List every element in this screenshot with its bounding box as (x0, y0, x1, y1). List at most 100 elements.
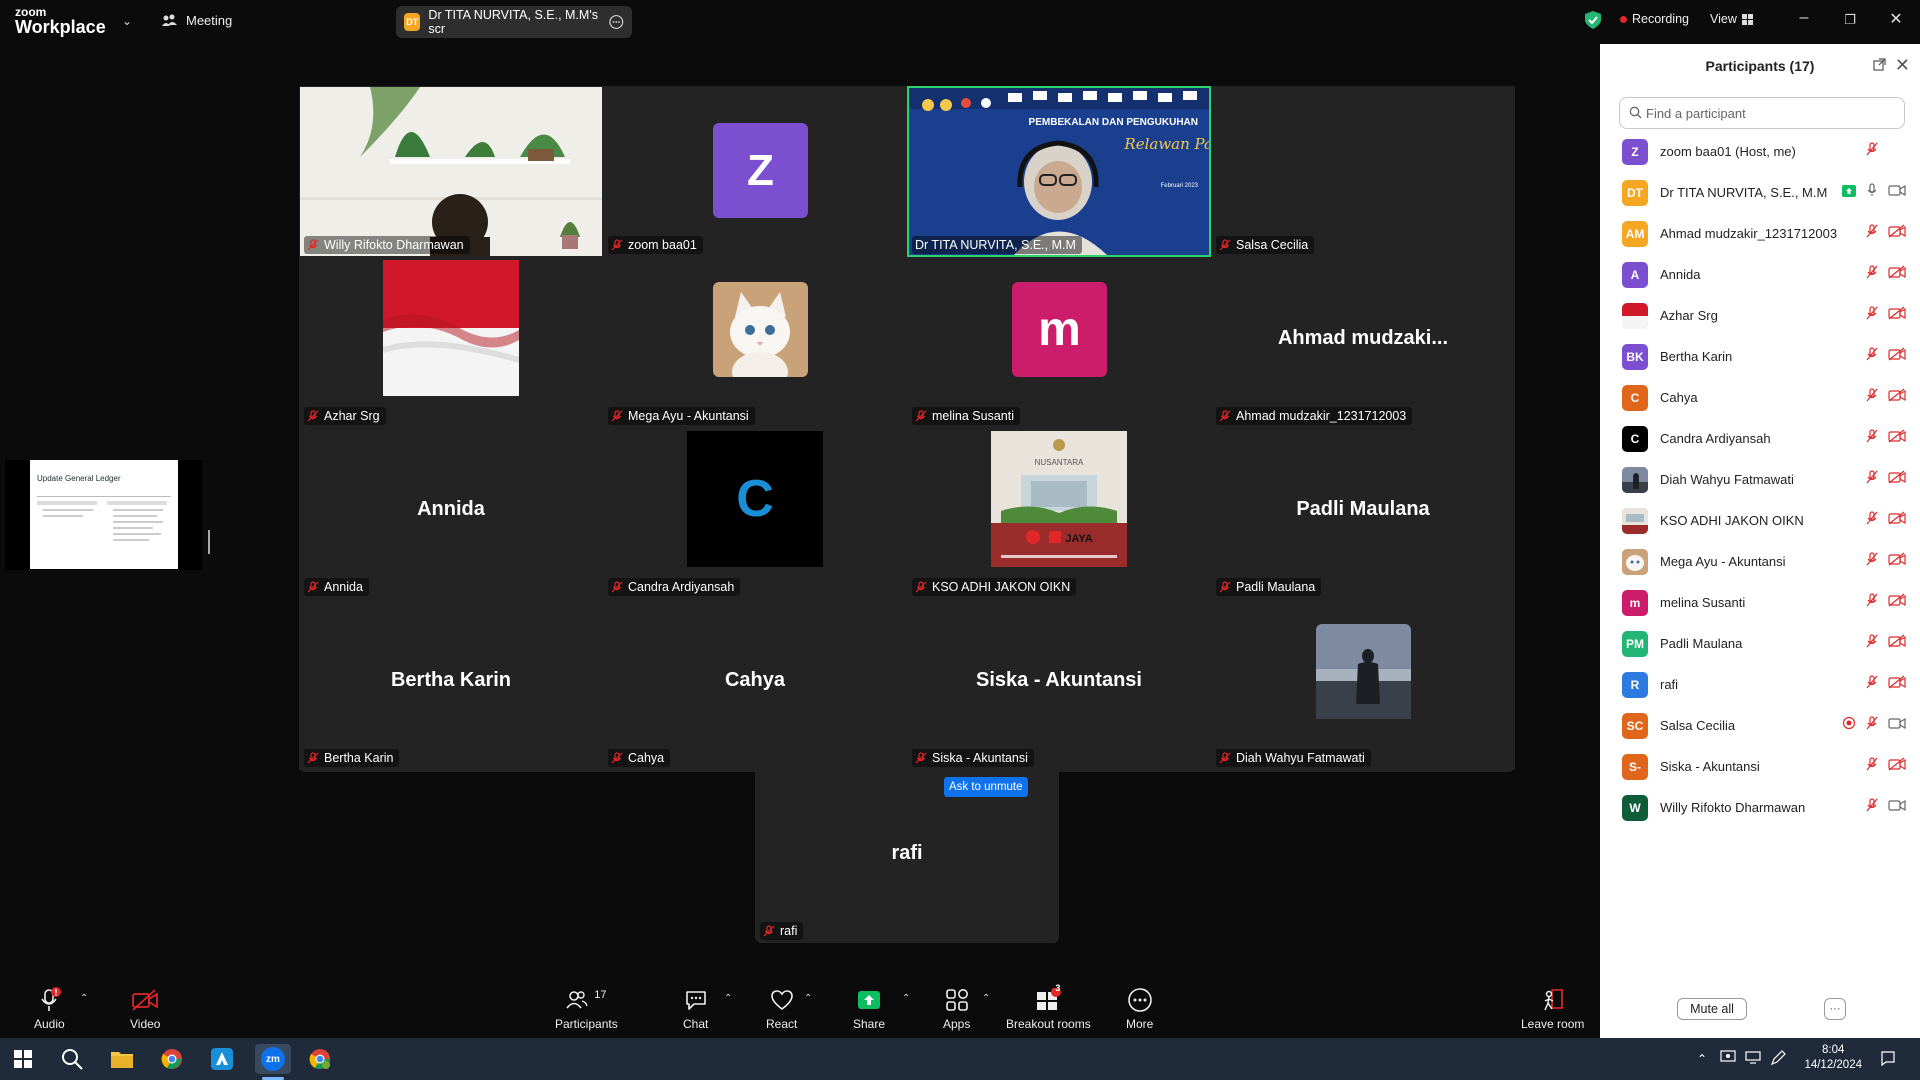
react-button[interactable]: React (766, 987, 797, 1031)
video-tile[interactable]: Bertha Karin Bertha Karin (299, 599, 603, 770)
participant-row[interactable]: C Candra Ardiyansah (1600, 418, 1920, 459)
tray-device-icon[interactable] (1720, 1050, 1736, 1069)
apps-button[interactable]: Apps (943, 987, 970, 1031)
video-tile[interactable]: Diah Wahyu Fatmawati (1211, 599, 1515, 770)
leave-room-button[interactable]: Leave room (1521, 987, 1584, 1031)
video-tile[interactable]: Cahya Cahya (603, 599, 907, 770)
popout-icon[interactable] (1873, 58, 1886, 74)
participant-name: Cahya (1660, 390, 1698, 405)
participant-avatar: SC (1622, 712, 1648, 739)
windows-start-icon[interactable] (8, 1044, 38, 1074)
meeting-icon (162, 14, 177, 26)
participant-row[interactable]: SC Salsa Cecilia (1600, 705, 1920, 746)
video-tile[interactable]: C Candra Ardiyansah (603, 428, 907, 599)
search-input[interactable]: Find a participant (1619, 97, 1905, 129)
mic-muted-icon (1219, 239, 1231, 251)
minimize-icon[interactable]: – (1794, 9, 1814, 27)
panel-more-button[interactable]: ··· (1824, 998, 1846, 1020)
mute-all-button[interactable]: Mute all (1677, 998, 1747, 1020)
video-tile[interactable]: Ahmad mudzaki... Ahmad mudzakir_12317120… (1211, 257, 1515, 428)
participant-row[interactable]: Diah Wahyu Fatmawati (1600, 459, 1920, 500)
file-explorer-icon[interactable] (107, 1044, 137, 1074)
search-icon[interactable] (57, 1044, 87, 1074)
azure-app-icon[interactable] (207, 1044, 237, 1074)
chrome-icon[interactable] (157, 1044, 187, 1074)
participant-row[interactable]: AM Ahmad mudzakir_1231712003 (1600, 213, 1920, 254)
video-tile[interactable]: Mega Ayu - Akuntansi (603, 257, 907, 428)
local-recording-icon (1842, 716, 1856, 735)
apps-options-caret[interactable]: ⌃ (982, 993, 990, 1004)
participant-name-tag: Dr TITA NURVITA, S.E., M.M (912, 236, 1082, 254)
share-screen-icon (858, 991, 881, 1009)
participant-row[interactable]: Mega Ayu - Akuntansi (1600, 541, 1920, 582)
participant-status-icons (1865, 552, 1906, 571)
video-tile[interactable]: Willy Rifokto Dharmawan (299, 86, 603, 257)
mic-muted-icon (1865, 634, 1879, 653)
participant-row[interactable]: Zzoom baa01 (Host, me) (1600, 131, 1920, 172)
video-tile[interactable]: Padli Maulana Padli Maulana (1211, 428, 1515, 599)
chrome-profile-icon[interactable] (305, 1044, 335, 1074)
participant-row[interactable]: C Cahya (1600, 377, 1920, 418)
notifications-icon[interactable] (1880, 1050, 1896, 1071)
video-off-icon (1888, 470, 1906, 489)
video-tile[interactable]: Z zoom baa01 (603, 86, 907, 257)
participant-name: Ahmad mudzakir_1231712003 (1236, 409, 1407, 423)
thumbnail-drag-handle[interactable] (208, 530, 210, 554)
participant-display-name: Padli Maulana (1296, 498, 1430, 520)
audio-button[interactable]: Audio (34, 987, 65, 1031)
avatar-initials: R (1630, 677, 1640, 692)
video-tile[interactable]: rafi rafi (755, 772, 1059, 943)
participant-row[interactable]: BK Bertha Karin (1600, 336, 1920, 377)
ask-to-unmute-button[interactable]: Ask to unmute (944, 777, 1028, 797)
participant-row[interactable]: DT Dr TITA NURVITA, S.E., M.M (1600, 172, 1920, 213)
participants-button[interactable]: 17 Participants (555, 987, 618, 1031)
security-shield-icon[interactable] (1585, 11, 1601, 34)
breakout-rooms-button[interactable]: 3 Breakout rooms (1006, 983, 1091, 1031)
participant-row[interactable]: KSO ADHI JAKON OIKN (1600, 500, 1920, 541)
close-panel-icon[interactable]: ✕ (1895, 55, 1910, 76)
participant-status-icons (1865, 429, 1906, 448)
screen-share-indicator[interactable]: DT Dr TITA NURVITA, S.E., M.M's scr (396, 6, 632, 38)
participant-row[interactable]: Rrafi (1600, 664, 1920, 705)
video-tile[interactable]: Azhar Srg (299, 257, 603, 428)
network-icon[interactable] (1745, 1050, 1761, 1069)
tray-chevron-icon[interactable]: ⌃ (1697, 1052, 1707, 1066)
chat-options-caret[interactable]: ⌃ (724, 993, 732, 1004)
participant-row[interactable]: A Annida (1600, 254, 1920, 295)
react-options-caret[interactable]: ⌃ (804, 993, 812, 1004)
system-clock[interactable]: 8:04 14/12/2024 (1804, 1043, 1862, 1073)
more-options-icon[interactable] (609, 14, 624, 30)
chevron-down-icon[interactable]: ⌄ (122, 14, 132, 28)
share-button[interactable]: Share (853, 987, 885, 1031)
pen-icon[interactable] (1770, 1050, 1786, 1071)
chat-button[interactable]: Chat (683, 987, 708, 1031)
participant-row[interactable]: S- Siska - Akuntansi (1600, 746, 1920, 787)
audio-options-caret[interactable]: ⌃ (80, 993, 88, 1004)
participant-name: Diah Wahyu Fatmawati (1236, 751, 1365, 765)
recording-indicator[interactable]: Recording (1620, 12, 1689, 26)
meeting-info-button[interactable]: Meeting (162, 13, 232, 28)
video-button[interactable]: Video (130, 987, 160, 1031)
video-tile[interactable]: Salsa Cecilia (1211, 86, 1515, 257)
video-tile[interactable]: Siska - Akuntansi Siska - Akuntansi (907, 599, 1211, 770)
share-label: Dr TITA NURVITA, S.E., M.M's scr (428, 8, 598, 36)
restore-icon[interactable]: ❐ (1840, 12, 1860, 28)
shared-screen-thumbnail[interactable]: Update General Ledger (5, 460, 202, 570)
participant-row[interactable]: PM Padli Maulana (1600, 623, 1920, 664)
participant-row[interactable]: Azhar Srg (1600, 295, 1920, 336)
zoom-taskbar-icon[interactable]: zm (255, 1044, 291, 1074)
video-tile-active-speaker[interactable]: PEMBEKALAN DAN PENGUKUHAN Relawan Pajak … (907, 86, 1211, 257)
mic-muted-icon (1865, 224, 1879, 243)
video-tile[interactable]: Annida Annida (299, 428, 603, 599)
avatar-initials: Z (1631, 144, 1639, 159)
zoom-workplace-logo[interactable]: zoom Workplace (15, 6, 106, 36)
video-tile[interactable]: NUSANTARA JAYA KSO ADHI JAKON OIKN (907, 428, 1211, 599)
video-tile[interactable]: m melina Susanti (907, 257, 1211, 428)
view-button[interactable]: View (1710, 12, 1753, 26)
close-window-icon[interactable]: ✕ (1886, 9, 1906, 29)
participant-row[interactable]: m melina Susanti (1600, 582, 1920, 623)
sharing-screen-icon (1842, 184, 1856, 202)
participant-row[interactable]: W Willy Rifokto Dharmawan (1600, 787, 1920, 828)
more-button[interactable]: More (1126, 987, 1153, 1031)
share-options-caret[interactable]: ⌃ (902, 993, 910, 1004)
